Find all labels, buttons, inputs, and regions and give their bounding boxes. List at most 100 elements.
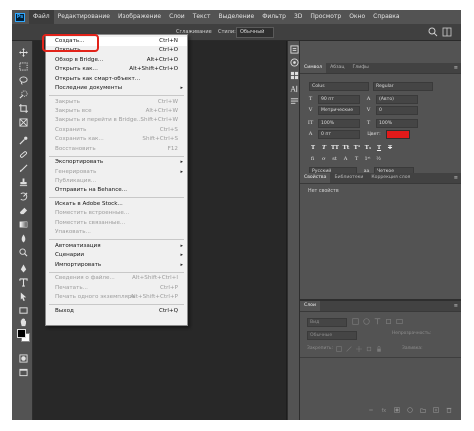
- titling-icon[interactable]: T: [352, 155, 361, 164]
- menu-3d[interactable]: 3D: [290, 10, 306, 24]
- swash-icon[interactable]: st: [330, 155, 339, 164]
- swatches-icon[interactable]: [290, 71, 299, 80]
- quick-selection-tool-icon[interactable]: [18, 89, 28, 99]
- font-family-select[interactable]: Colus: [309, 82, 369, 91]
- tab-libraries[interactable]: Библиотеки: [330, 173, 367, 183]
- menu-help[interactable]: Справка: [369, 10, 403, 24]
- tab-layers[interactable]: Слои: [300, 301, 320, 311]
- lock-position-icon[interactable]: [356, 346, 362, 352]
- rectangle-tool-icon[interactable]: [18, 305, 28, 315]
- new-layer-icon[interactable]: [433, 407, 439, 413]
- file-menu-item[interactable]: Открыть как смарт-объект...: [46, 75, 187, 84]
- delete-layer-icon[interactable]: [446, 407, 452, 413]
- tab-properties[interactable]: Свойства: [300, 173, 331, 183]
- new-group-icon[interactable]: [420, 407, 426, 413]
- file-menu-item[interactable]: Открыть как... Alt+Shift+Ctrl+O: [46, 65, 187, 74]
- file-menu-item[interactable]: Автоматизация ▸: [46, 242, 187, 251]
- workspace-icon[interactable]: [442, 27, 452, 37]
- file-menu-item[interactable]: Искать в Adobe Stock...: [46, 200, 187, 209]
- kerning-field[interactable]: Метрические: [318, 106, 360, 115]
- marquee-tool-icon[interactable]: [18, 61, 28, 71]
- panel-menu-icon[interactable]: ≡: [454, 175, 458, 181]
- baseline-shift-field[interactable]: 0 пт: [318, 130, 360, 139]
- menu-select[interactable]: Выделение: [214, 10, 258, 24]
- ordinals-icon[interactable]: 1ˢᵗ: [363, 155, 372, 164]
- gradient-tool-icon[interactable]: [18, 219, 28, 229]
- file-menu-item[interactable]: Экспортировать ▸: [46, 158, 187, 167]
- file-menu-item[interactable]: Отправить на Behance...: [46, 186, 187, 195]
- file-menu-item[interactable]: Последние документы ▸: [46, 84, 187, 93]
- screen-mode-icon[interactable]: [18, 367, 28, 377]
- blend-mode-select[interactable]: Обычные: [307, 331, 357, 340]
- underline-button[interactable]: T: [374, 144, 384, 153]
- superscript-button[interactable]: T¹: [352, 144, 362, 153]
- tracking-field[interactable]: 0: [376, 106, 418, 115]
- faux-bold-button[interactable]: T: [308, 144, 318, 153]
- search-icon[interactable]: [428, 27, 438, 37]
- discretionary-icon[interactable]: ơ: [319, 155, 328, 164]
- foreground-color-swatch[interactable]: [17, 329, 26, 338]
- crop-tool-icon[interactable]: [18, 103, 28, 113]
- paragraph-panel-icon[interactable]: [290, 97, 299, 106]
- style-select[interactable]: Обычный: [236, 27, 274, 38]
- layer-filter-select[interactable]: Вид: [307, 318, 347, 327]
- strikethrough-button[interactable]: T: [385, 144, 395, 153]
- filter-pixel-icon[interactable]: [352, 318, 359, 325]
- file-menu-item[interactable]: Обзор в Bridge... Alt+Ctrl+O: [46, 56, 187, 65]
- subscript-button[interactable]: T₁: [363, 144, 373, 153]
- filter-smart-object-icon[interactable]: [396, 318, 403, 325]
- menu-window[interactable]: Окно: [345, 10, 369, 24]
- menu-image[interactable]: Изображение: [114, 10, 165, 24]
- font-style-select[interactable]: Regular: [373, 82, 433, 91]
- font-size-field[interactable]: 90 пт: [318, 95, 360, 104]
- menu-layers[interactable]: Слои: [165, 10, 189, 24]
- path-selection-tool-icon[interactable]: [18, 291, 28, 301]
- ligatures-icon[interactable]: fi: [308, 155, 317, 164]
- brush-tool-icon[interactable]: [18, 163, 28, 173]
- faux-italic-button[interactable]: T: [319, 144, 329, 153]
- lasso-tool-icon[interactable]: [18, 75, 28, 85]
- history-icon[interactable]: [290, 45, 299, 54]
- file-menu-item[interactable]: Сценарии ▸: [46, 251, 187, 260]
- filter-type-icon[interactable]: [374, 318, 381, 325]
- add-mask-icon[interactable]: [394, 407, 400, 413]
- menu-type[interactable]: Текст: [189, 10, 215, 24]
- eraser-tool-icon[interactable]: [18, 205, 28, 215]
- blur-tool-icon[interactable]: [18, 233, 28, 243]
- file-menu-item[interactable]: Импортировать ▸: [46, 261, 187, 270]
- clone-stamp-tool-icon[interactable]: [18, 177, 28, 187]
- text-color-swatch[interactable]: [386, 130, 410, 139]
- frame-tool-icon[interactable]: [18, 117, 28, 127]
- lock-artboard-icon[interactable]: [366, 346, 372, 352]
- vertical-scale-field[interactable]: 100%: [318, 119, 360, 128]
- stylistic-icon[interactable]: A: [341, 155, 350, 164]
- filter-adjustment-icon[interactable]: [363, 318, 370, 325]
- lock-paint-icon[interactable]: [346, 346, 352, 352]
- history-brush-tool-icon[interactable]: [18, 191, 28, 201]
- menu-view[interactable]: Просмотр: [306, 10, 345, 24]
- menu-edit[interactable]: Редактирование: [54, 10, 114, 24]
- hand-tool-icon[interactable]: [18, 317, 28, 327]
- menu-file[interactable]: Файл: [29, 10, 54, 24]
- character-panel-icon[interactable]: A: [290, 84, 299, 93]
- color-icon[interactable]: [290, 58, 299, 67]
- new-adjustment-icon[interactable]: [407, 407, 413, 413]
- panel-menu-icon[interactable]: ≡: [454, 303, 458, 309]
- quick-mask-icon[interactable]: [18, 353, 28, 363]
- pen-tool-icon[interactable]: [18, 263, 28, 273]
- type-tool-icon[interactable]: [18, 277, 28, 287]
- all-caps-button[interactable]: TT: [330, 144, 340, 153]
- move-tool-icon[interactable]: [18, 47, 28, 57]
- lock-pixels-icon[interactable]: [336, 346, 342, 352]
- healing-brush-tool-icon[interactable]: [18, 149, 28, 159]
- menu-filter[interactable]: Фильтр: [258, 10, 290, 24]
- file-menu-item[interactable]: Выход Ctrl+Q: [46, 307, 187, 316]
- small-caps-button[interactable]: Tt: [341, 144, 351, 153]
- horizontal-scale-field[interactable]: 100%: [376, 119, 418, 128]
- fractions-icon[interactable]: ½: [374, 155, 383, 164]
- lock-all-icon[interactable]: [376, 346, 382, 352]
- filter-shape-icon[interactable]: [385, 318, 392, 325]
- leading-field[interactable]: (Авто): [376, 95, 418, 104]
- link-layers-icon[interactable]: [368, 407, 374, 413]
- tab-adjustments[interactable]: Коррекция слоя: [367, 173, 414, 183]
